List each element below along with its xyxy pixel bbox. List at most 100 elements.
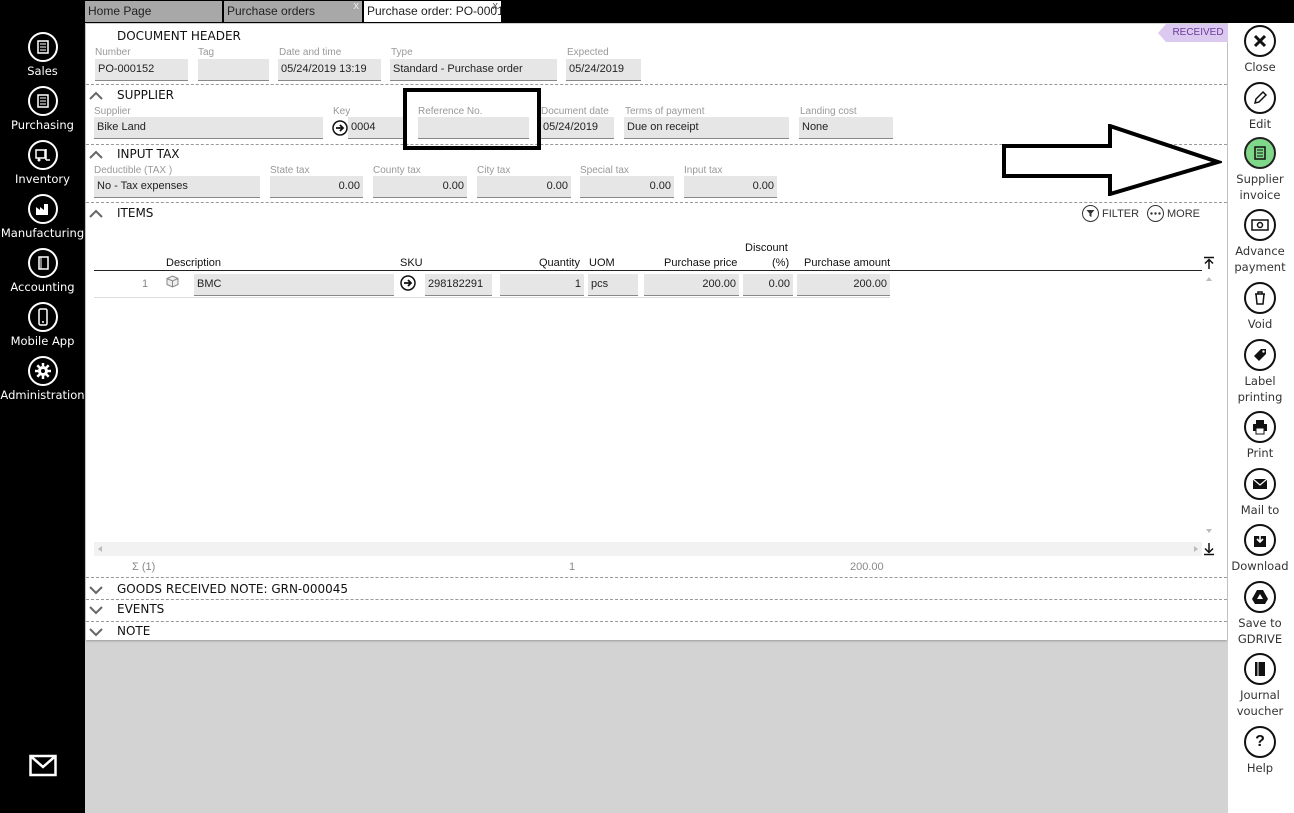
nav-label: Sales <box>27 64 58 78</box>
city-tax-field[interactable]: 0.00 <box>477 176 571 198</box>
type-field[interactable]: Standard - Purchase order <box>390 59 557 81</box>
edit-button[interactable]: Edit <box>1228 82 1292 132</box>
state-tax-field[interactable]: 0.00 <box>270 176 363 198</box>
purchase-amount-field[interactable]: 200.00 <box>797 274 890 296</box>
manufacturing-icon <box>27 194 58 224</box>
chevron-down-icon[interactable] <box>89 627 103 637</box>
filter-button[interactable]: FILTER <box>1082 205 1139 222</box>
download-button[interactable]: Download <box>1228 524 1292 574</box>
column-header-quantity[interactable]: Quantity <box>539 257 580 269</box>
chevron-down-icon[interactable] <box>89 605 103 615</box>
journal-voucher-button[interactable]: Journal voucher <box>1228 653 1292 719</box>
special-tax-field[interactable]: 0.00 <box>580 176 674 198</box>
column-header-purchase-amount[interactable]: Purchase amount <box>804 257 890 269</box>
action-label: Print <box>1246 446 1274 460</box>
void-button[interactable]: Void <box>1228 282 1292 332</box>
help-button[interactable]: ? Help <box>1228 726 1292 776</box>
mail-to-button[interactable]: Mail to <box>1228 468 1292 518</box>
nav-inventory[interactable]: Inventory <box>0 140 85 186</box>
tab-close-icon[interactable]: x <box>493 1 499 12</box>
chevron-up-icon[interactable] <box>89 91 103 101</box>
print-button[interactable]: Print <box>1228 411 1292 461</box>
uom-field[interactable]: pcs <box>588 274 638 296</box>
column-header-discount-unit: (%) <box>772 257 790 269</box>
horizontal-scrollbar[interactable] <box>94 542 1202 556</box>
total-count: Σ (1) <box>132 561 156 573</box>
discount-field[interactable]: 0.00 <box>743 274 793 296</box>
input-tax-field[interactable]: 0.00 <box>684 176 777 198</box>
tab-home-page[interactable]: Home Page <box>85 1 222 22</box>
chevron-up-icon[interactable] <box>89 150 103 160</box>
tab-close-icon[interactable]: x <box>354 1 360 12</box>
terms-of-payment-field[interactable]: Due on receipt <box>624 117 789 139</box>
sku-field[interactable]: 298182291 <box>425 274 492 296</box>
purchase-price-field[interactable]: 200.00 <box>644 274 739 296</box>
nav-sales[interactable]: Sales <box>0 32 85 78</box>
advance-payment-button[interactable]: Advance payment <box>1228 209 1292 275</box>
printer-icon <box>1244 411 1276 443</box>
action-label: Journal <box>1240 688 1280 702</box>
nav-label: Manufacturing <box>0 226 85 240</box>
table-row[interactable]: 1 BMC 298182291 1 pcs 200.00 0.00 200.00 <box>94 272 890 298</box>
quantity-field[interactable]: 1 <box>500 274 584 296</box>
sales-icon <box>27 32 58 62</box>
column-header-description[interactable]: Description <box>166 257 221 269</box>
section-title-input-tax: INPUT TAX <box>117 147 180 161</box>
column-header-purchase-price[interactable]: Purchase price <box>664 257 737 269</box>
expected-field[interactable]: 05/24/2019 <box>566 59 641 81</box>
section-title-supplier: SUPPLIER <box>117 88 175 102</box>
nav-purchasing[interactable]: Purchasing <box>0 86 85 132</box>
description-field[interactable]: BMC <box>194 274 394 296</box>
more-button[interactable]: MORE <box>1147 205 1200 222</box>
key-field[interactable]: 0004 <box>348 117 404 139</box>
section-title-events[interactable]: EVENTS <box>117 602 164 616</box>
column-header-sku[interactable]: SKU <box>400 257 423 269</box>
section-title-note[interactable]: NOTE <box>117 624 150 638</box>
supplier-invoice-button[interactable]: Supplier invoice <box>1228 137 1292 203</box>
go-arrow-icon[interactable] <box>400 275 416 291</box>
scroll-down-icon[interactable] <box>1205 528 1213 534</box>
section-title-grn[interactable]: GOODS RECEIVED NOTE: GRN-000045 <box>117 582 348 596</box>
nav-mobile-app[interactable]: Mobile App <box>0 302 85 348</box>
left-nav: Sales Purchasing Inventory Manufacturing… <box>0 0 85 813</box>
number-field[interactable]: PO-000152 <box>95 59 188 81</box>
tag-field[interactable] <box>198 59 269 81</box>
close-button[interactable]: Close <box>1228 25 1292 75</box>
nav-label: Administration <box>0 388 85 402</box>
label-printing-button[interactable]: Label printing <box>1228 339 1292 405</box>
header-rule <box>94 270 1202 271</box>
scroll-to-top-icon[interactable] <box>1203 256 1215 270</box>
nav-accounting[interactable]: Accounting <box>0 248 85 294</box>
document-date-field[interactable]: 05/24/2019 <box>540 117 614 139</box>
column-header-uom[interactable]: UOM <box>589 257 615 269</box>
document-panel: RECEIVED DOCUMENT HEADER Number PO-00015… <box>86 24 1230 640</box>
nav-label: Accounting <box>10 280 75 294</box>
supplier-field[interactable]: Bike Land <box>94 117 323 139</box>
action-bar: Close Edit Supplier invoice Advance paym… <box>1228 23 1294 813</box>
column-header-discount[interactable]: Discount <box>745 242 788 254</box>
action-label: invoice <box>1239 188 1281 202</box>
trash-icon <box>1244 282 1276 314</box>
tag-icon <box>1244 339 1276 371</box>
chevron-up-icon[interactable] <box>89 209 103 219</box>
landing-cost-field[interactable]: None <box>799 117 893 139</box>
county-tax-field[interactable]: 0.00 <box>373 176 467 198</box>
nav-manufacturing[interactable]: Manufacturing <box>0 194 85 240</box>
tab-purchase-order[interactable]: Purchase order: PO-000152x <box>364 1 501 22</box>
action-label: printing <box>1237 390 1283 404</box>
chevron-down-icon[interactable] <box>89 585 103 595</box>
save-to-gdrive-button[interactable]: Save to GDRIVE <box>1228 581 1292 647</box>
scroll-right-icon[interactable] <box>1193 545 1199 553</box>
go-arrow-icon[interactable] <box>332 120 348 136</box>
scroll-left-icon[interactable] <box>97 545 103 553</box>
scroll-to-bottom-icon[interactable] <box>1203 542 1215 556</box>
mail-icon[interactable] <box>29 754 57 778</box>
action-label: Void <box>1247 317 1273 331</box>
inventory-icon <box>27 140 58 170</box>
tab-purchase-orders[interactable]: Purchase orders x <box>224 1 362 22</box>
date-time-field[interactable]: 05/24/2019 13:19 <box>278 59 381 81</box>
tab-label: Home Page <box>88 4 152 18</box>
scroll-up-icon[interactable] <box>1205 276 1213 282</box>
deductible-field[interactable]: No - Tax expenses <box>94 176 260 198</box>
nav-administration[interactable]: Administration <box>0 356 85 402</box>
